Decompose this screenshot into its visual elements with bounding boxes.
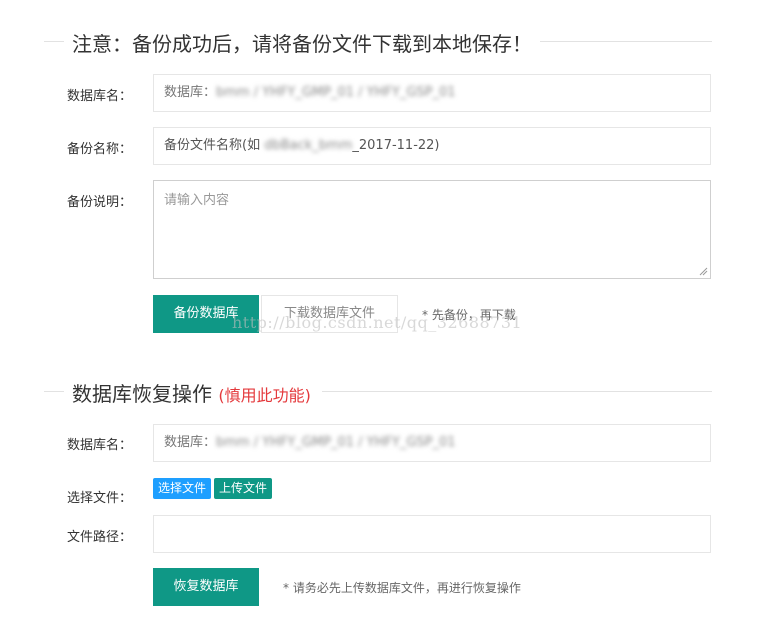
backup-header-line-right (540, 41, 712, 42)
restore-db-value: bmm / YHFY_GMP_01 / YHFY_GSP_01 (216, 435, 456, 450)
choose-file-button[interactable]: 选择文件 (153, 478, 212, 499)
backup-desc-label: 备份说明： (67, 195, 133, 210)
resize-grip-icon[interactable] (699, 267, 708, 276)
restore-title-warning: (慎用此功能) (218, 386, 311, 405)
file-path-field[interactable] (153, 515, 711, 553)
restore-title-text: 数据库恢复操作 (72, 382, 212, 406)
backup-name-blurred: dbBack_bmm (264, 138, 353, 153)
file-path-label: 文件路径： (67, 530, 133, 545)
restore-header-line-left (44, 391, 64, 392)
backup-header-line-left (44, 41, 64, 42)
restore-db-label: 数据库名： (67, 438, 133, 453)
backup-db-prefix: 数据库： (164, 85, 217, 100)
backup-database-button[interactable]: 备份数据库 (153, 295, 259, 333)
backup-db-label: 数据库名： (67, 89, 133, 104)
restore-database-button[interactable]: 恢复数据库 (153, 568, 259, 606)
restore-header-line-right (322, 391, 712, 392)
choose-file-label: 选择文件： (67, 491, 133, 506)
restore-db-field[interactable]: 数据库：bmm / YHFY_GMP_01 / YHFY_GSP_01 (153, 424, 711, 462)
upload-file-button[interactable]: 上传文件 (214, 478, 273, 499)
backup-desc-placeholder: 请输入内容 (164, 193, 230, 208)
restore-hint: * 请务必先上传数据库文件，再进行恢复操作 (283, 581, 521, 595)
backup-desc-textarea[interactable]: 请输入内容 (153, 180, 711, 279)
backup-name-prefix: 备份文件名称(如 (164, 138, 265, 153)
backup-name-field[interactable]: 备份文件名称(如 dbBack_bmm_2017-11-22) (153, 127, 711, 165)
backup-name-label: 备份名称： (67, 142, 133, 157)
restore-section-title: 数据库恢复操作 (慎用此功能) (64, 378, 319, 407)
backup-db-value: bmm / YHFY_GMP_01 / YHFY_GSP_01 (216, 85, 456, 100)
restore-db-prefix: 数据库： (164, 435, 217, 450)
backup-name-suffix: _2017-11-22) (352, 138, 440, 153)
backup-section-title: 注意：备份成功后，请将备份文件下载到本地保存！ (64, 28, 540, 57)
download-database-file-button[interactable]: 下载数据库文件 (261, 295, 398, 333)
backup-hint: * 先备份，再下载 (422, 308, 516, 322)
backup-db-field[interactable]: 数据库：bmm / YHFY_GMP_01 / YHFY_GSP_01 (153, 74, 711, 112)
